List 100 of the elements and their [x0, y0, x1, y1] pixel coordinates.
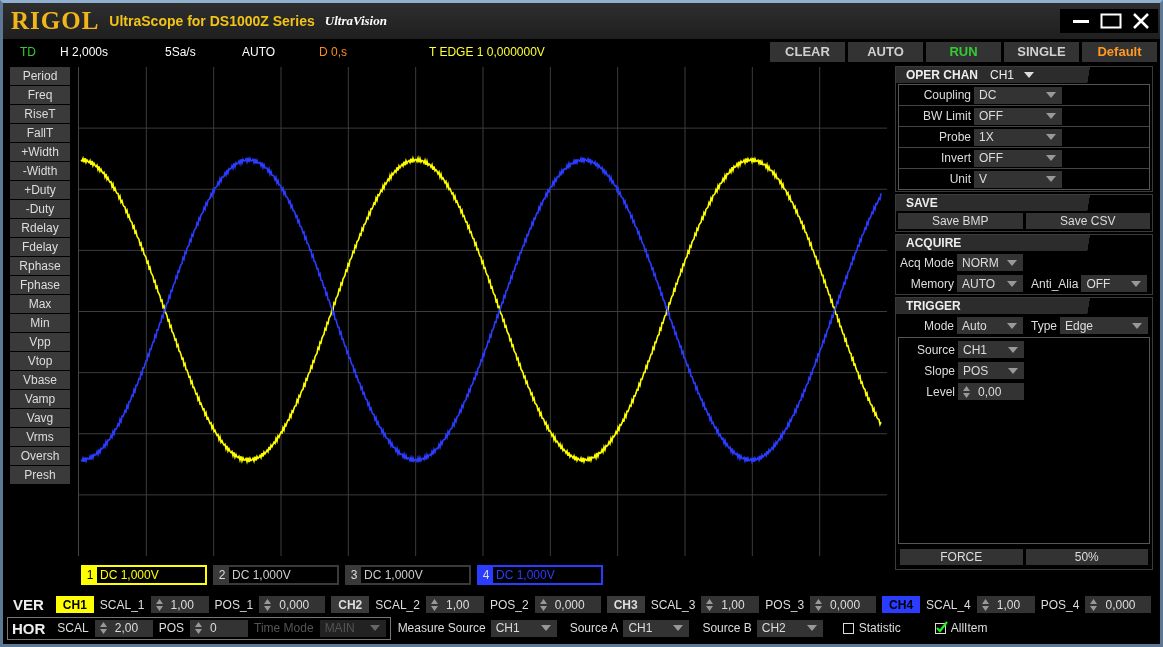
caret-icon	[806, 625, 817, 631]
channel-label[interactable]: 3 DC 1,000V	[345, 565, 471, 585]
scale-spinbox[interactable]: 1,00	[976, 596, 1035, 613]
level-spinbox[interactable]: 0,00	[958, 383, 1024, 400]
measurement-button[interactable]: Vpp	[10, 333, 70, 351]
spinner-arrows-icon	[706, 598, 714, 611]
trigger-button[interactable]: FORCE	[900, 549, 1023, 565]
measurement-button[interactable]: Vbase	[10, 371, 70, 389]
action-button[interactable]: RUN	[926, 41, 1001, 62]
action-button[interactable]: SINGLE	[1004, 41, 1079, 62]
field-label: Source B	[702, 621, 752, 635]
channel-button[interactable]: CH2	[331, 596, 370, 613]
dropdown[interactable]: CH2	[756, 619, 823, 637]
close-icon[interactable]	[1132, 13, 1150, 29]
position-spinbox[interactable]: 0,000	[534, 596, 601, 613]
dropdown[interactable]: OFF	[974, 149, 1062, 167]
measurement-button[interactable]: Max	[10, 295, 70, 313]
position-spinbox[interactable]: 0,000	[810, 596, 877, 613]
field-label: POS_4	[1040, 597, 1080, 612]
measurement-button[interactable]: Vtop	[10, 352, 70, 370]
dropdown[interactable]: CH1	[490, 619, 557, 637]
status-text: TD	[20, 44, 37, 59]
caret-icon	[540, 625, 551, 631]
section-title: OPER CHAN	[906, 68, 978, 82]
caret-icon	[1008, 367, 1018, 374]
measurement-button[interactable]: Fphase	[10, 276, 70, 294]
scale-spinbox[interactable]: 1,00	[701, 596, 760, 613]
measurement-button[interactable]: Vavg	[10, 409, 70, 427]
dropdown[interactable]: NORM	[957, 254, 1023, 271]
channel-label[interactable]: 2 DC 1,000V	[213, 565, 339, 585]
spinner-arrows-icon	[815, 598, 823, 611]
field-label: Time Mode	[254, 621, 314, 635]
position-spinbox[interactable]: 0	[190, 619, 249, 637]
spinner-arrows-icon	[430, 598, 438, 611]
measurement-button[interactable]: Vrms	[10, 428, 70, 446]
measurement-button[interactable]: Freq	[10, 86, 70, 104]
save-button[interactable]: Save CSV	[1025, 213, 1150, 229]
scale-spinbox[interactable]: 1,00	[425, 596, 484, 613]
caret-icon	[1007, 280, 1017, 287]
measurement-button[interactable]: -Width	[10, 162, 70, 180]
spinner-arrows-icon	[1090, 598, 1098, 611]
position-spinbox[interactable]: 0,000	[1085, 596, 1152, 613]
spinner-arrows-icon	[195, 622, 203, 634]
dropdown[interactable]: CH1	[623, 619, 690, 637]
field-label: Mode	[922, 318, 954, 333]
caret-icon	[1046, 92, 1056, 98]
measurement-button[interactable]: Vamp	[10, 390, 70, 408]
scale-spinbox[interactable]: 2,00	[94, 619, 153, 637]
measurement-button[interactable]: FallT	[10, 124, 70, 142]
spinner-arrows-icon	[264, 598, 272, 611]
measurement-button[interactable]: Rphase	[10, 257, 70, 275]
dropdown[interactable]: POS	[958, 362, 1024, 379]
dropdown[interactable]: 1X	[974, 128, 1062, 146]
measurement-button[interactable]: Presh	[10, 466, 70, 484]
field-label: POS	[158, 621, 185, 635]
caret-icon	[1008, 346, 1018, 353]
caret-icon	[1132, 322, 1142, 329]
dropdown[interactable]: CH1	[958, 341, 1024, 358]
dropdown[interactable]: OFF	[1081, 275, 1148, 292]
measurement-button[interactable]: RiseT	[10, 105, 70, 123]
save-button[interactable]: Save BMP	[898, 213, 1023, 229]
dropdown[interactable]: DC	[974, 86, 1062, 104]
dropdown[interactable]: Edge	[1060, 317, 1148, 334]
scale-spinbox[interactable]: 1,00	[150, 596, 209, 613]
field-label: POS_2	[489, 597, 529, 612]
trigger-button[interactable]: 50%	[1025, 549, 1148, 565]
field-label: Invert	[940, 151, 971, 165]
field-label: SCAL	[57, 621, 89, 635]
checkbox[interactable]: Statistic	[841, 621, 901, 635]
channel-label[interactable]: 1 DC 1,000V	[81, 565, 207, 585]
measurement-button[interactable]: Rdelay	[10, 219, 70, 237]
measurement-button[interactable]: Fdelay	[10, 238, 70, 256]
dropdown[interactable]: OFF	[974, 107, 1062, 125]
maximize-icon[interactable]	[1100, 13, 1122, 29]
action-button[interactable]: Default	[1082, 41, 1157, 62]
row-title: VER	[13, 596, 44, 613]
caret-icon	[1046, 134, 1056, 140]
status-text: 5Sa/s	[165, 44, 197, 59]
measurement-button[interactable]: Min	[10, 314, 70, 332]
measurement-button[interactable]: +Width	[10, 143, 70, 161]
checkbox[interactable]: AllItem	[933, 621, 988, 635]
action-button[interactable]: CLEAR	[770, 41, 845, 62]
status-text: T EDGE 1 0,000000V	[429, 44, 545, 59]
measurement-button[interactable]: +Duty	[10, 181, 70, 199]
channel-button[interactable]: CH1	[55, 596, 94, 613]
channel-label[interactable]: 4 DC 1,000V	[477, 565, 603, 585]
measurement-button[interactable]: Period	[10, 67, 70, 85]
measurement-button[interactable]: Oversh	[10, 447, 70, 465]
channel-dropdown[interactable]: CH1	[990, 68, 1035, 82]
action-button[interactable]: AUTO	[848, 41, 923, 62]
dropdown[interactable]: Auto	[957, 317, 1023, 334]
field-label: Unit	[948, 172, 971, 186]
measurement-button[interactable]: -Duty	[10, 200, 70, 218]
brand-wordmark: UltraVision	[324, 13, 387, 29]
dropdown[interactable]: V	[974, 170, 1062, 188]
caret-icon	[1046, 113, 1056, 119]
position-spinbox[interactable]: 0,000	[259, 596, 326, 613]
channel-button[interactable]: CH3	[606, 596, 645, 613]
dropdown[interactable]: AUTO	[957, 275, 1023, 292]
window-title: UltraScope for DS1000Z Series	[109, 13, 315, 29]
